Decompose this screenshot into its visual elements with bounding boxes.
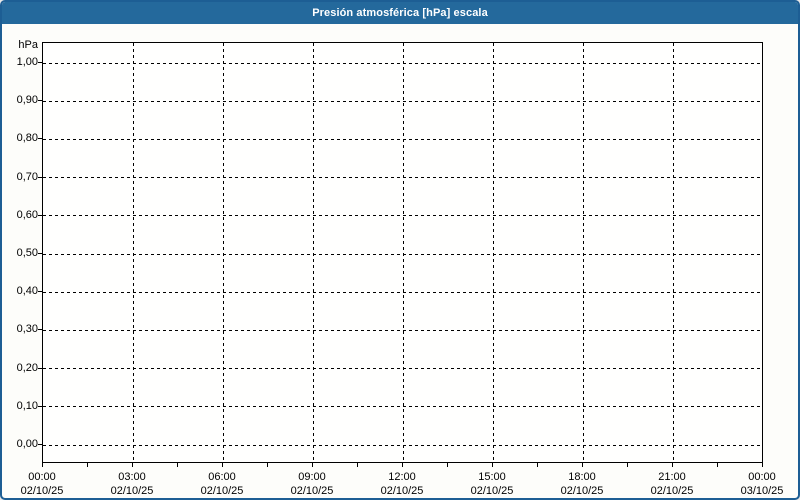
x-tick: [492, 463, 493, 467]
x-tick: [177, 463, 178, 467]
y-tick-label: 0,30: [16, 323, 38, 336]
y-tick: [38, 329, 42, 331]
y-tick-label: 0,70: [16, 170, 38, 183]
x-tick: [537, 463, 538, 467]
y-tick-label: 0,50: [16, 247, 38, 259]
x-tick-date-label: 02/10/25: [290, 485, 334, 497]
y-tick-label: 0,00: [16, 438, 38, 450]
y-tick: [38, 291, 42, 293]
y-tick-label: 0,90: [16, 94, 38, 107]
x-tick-date-label: 02/10/25: [470, 485, 514, 497]
x-tick: [762, 463, 763, 467]
x-tick: [582, 463, 583, 467]
chart-title-bar: Presión atmosférica [hPa] escala: [2, 2, 798, 24]
y-tick: [38, 176, 42, 178]
y-tick-label: 0,10: [16, 399, 38, 412]
x-tick: [357, 463, 358, 467]
x-tick-date-label: 02/10/25: [110, 485, 154, 497]
y-tick: [38, 214, 42, 216]
x-tick: [312, 463, 313, 467]
y-tick: [38, 138, 42, 140]
x-tick-time-label: 00:00: [748, 471, 776, 483]
x-grid-line: [402, 43, 404, 462]
y-axis-unit-label: hPa: [18, 39, 38, 51]
x-tick-time-label: 00:00: [28, 471, 56, 483]
x-tick-time-label: 18:00: [568, 471, 596, 483]
x-grid-line: [222, 43, 224, 462]
x-tick-date-label: 02/10/25: [380, 485, 424, 497]
y-tick: [38, 444, 42, 445]
y-tick-label: 0,20: [16, 361, 38, 374]
x-grid-line: [132, 43, 134, 462]
y-tick-label: 0,40: [16, 285, 38, 298]
x-tick-time-label: 03:00: [118, 471, 146, 483]
x-tick-date-label: 02/10/25: [560, 485, 604, 497]
x-tick-date-label: 03/10/25: [740, 485, 784, 497]
y-tick: [38, 253, 42, 254]
y-tick-label: 0,80: [16, 132, 38, 145]
y-tick-label: 0,60: [16, 208, 38, 221]
x-tick: [222, 463, 223, 467]
x-tick-date-label: 02/10/25: [20, 485, 64, 497]
y-tick: [38, 100, 42, 102]
chart-title: Presión atmosférica [hPa] escala: [312, 7, 488, 19]
plot-area: [42, 42, 763, 463]
y-tick: [38, 405, 42, 407]
y-tick-label: 1,00: [16, 56, 38, 68]
x-tick-time-label: 12:00: [388, 471, 416, 483]
x-grid-line: [672, 43, 674, 462]
x-tick-date-label: 02/10/25: [650, 485, 694, 497]
x-tick: [402, 463, 403, 467]
x-grid-line: [582, 43, 584, 462]
y-tick: [38, 62, 42, 63]
x-tick: [447, 463, 448, 467]
x-tick: [267, 463, 268, 467]
x-tick-time-label: 06:00: [208, 471, 236, 483]
x-tick: [717, 463, 718, 467]
x-tick-time-label: 09:00: [298, 471, 326, 483]
x-tick: [627, 463, 628, 467]
x-tick-date-label: 02/10/25: [200, 485, 244, 497]
x-tick: [672, 463, 673, 467]
y-tick: [38, 367, 42, 369]
x-grid-line: [312, 43, 314, 462]
x-tick-time-label: 15:00: [478, 471, 506, 483]
x-tick: [87, 463, 88, 467]
x-tick: [42, 463, 43, 467]
x-tick-time-label: 21:00: [658, 471, 686, 483]
chart-panel: Presión atmosférica [hPa] escala hPa 1,0…: [0, 0, 800, 500]
x-grid-line: [492, 43, 494, 462]
x-tick: [132, 463, 133, 467]
